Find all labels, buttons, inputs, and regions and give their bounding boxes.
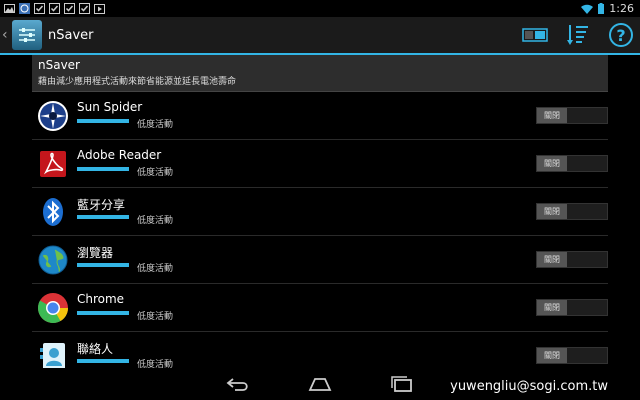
toggle-switch[interactable]: 關閉 [536, 299, 608, 316]
app-name: Sun Spider [77, 100, 143, 114]
activity-status: 低度活動 [137, 216, 174, 226]
action-bar: ‹ nSaver ? [0, 17, 640, 55]
up-caret-icon[interactable]: ‹ [2, 27, 10, 43]
header-subtitle: 藉由減少應用程式活動來節省能源並延長電池壽命 [38, 77, 237, 87]
clock: 1:26 [609, 2, 634, 15]
list-item[interactable]: Sun Spider 低度活動 關閉 [32, 92, 608, 140]
action-buttons: ? [522, 22, 640, 48]
battery-icon [598, 3, 605, 14]
toggle-label: 關閉 [537, 156, 567, 171]
activity-status: 低度活動 [137, 312, 174, 322]
list-item[interactable]: Adobe Reader 低度活動 關閉 [32, 140, 608, 188]
back-button[interactable] [218, 372, 258, 396]
app-list: Sun Spider 低度活動 關閉 Adobe Reader 低度活動 關閉 … [32, 92, 608, 380]
adobe-reader-icon [40, 151, 66, 177]
toggle-label: 關閉 [537, 348, 567, 363]
app-name: 藍牙分享 [77, 198, 126, 212]
toggle-label: 關閉 [537, 204, 567, 219]
app-name: 瀏覽器 [77, 246, 114, 260]
activity-status: 低度活動 [137, 168, 174, 178]
list-item[interactable]: 瀏覽器 低度活動 關閉 [32, 236, 608, 284]
toggle-switch[interactable]: 關閉 [536, 155, 608, 172]
help-icon[interactable]: ? [608, 22, 634, 48]
toggle-switch[interactable]: 關閉 [536, 251, 608, 268]
app-name: Chrome [77, 292, 125, 306]
image-icon [4, 4, 15, 13]
activity-bar [77, 311, 129, 315]
toggle-label: 關閉 [537, 252, 567, 267]
toggle-switch[interactable]: 關閉 [536, 347, 608, 364]
activity-status: 低度活動 [137, 264, 174, 274]
toggle-label: 關閉 [537, 300, 567, 315]
app-name: 聯絡人 [77, 342, 114, 356]
notification-icons [0, 3, 105, 14]
toggle-switch[interactable]: 關閉 [536, 203, 608, 220]
recents-icon [391, 376, 412, 392]
home-icon [308, 378, 332, 391]
activity-bar [77, 167, 129, 171]
app-name: Adobe Reader [77, 148, 162, 162]
app-title: nSaver [48, 27, 94, 43]
chrome-icon [37, 293, 68, 324]
description-header: nSaver 藉由減少應用程式活動來節省能源並延長電池壽命 [32, 55, 608, 92]
play-store-icon [94, 4, 105, 14]
activity-bar [77, 263, 129, 267]
download-done-icon [49, 3, 60, 14]
sun-spider-icon [38, 101, 68, 131]
toggle-view-icon[interactable] [522, 27, 548, 43]
list-item[interactable]: Chrome 低度活動 關閉 [32, 284, 608, 332]
activity-bar [77, 215, 129, 219]
sliders-icon [19, 28, 35, 42]
activity-bar [77, 119, 129, 123]
recents-button[interactable] [382, 372, 422, 396]
nsaver-app-icon[interactable] [12, 20, 42, 50]
toggle-switch[interactable]: 關閉 [536, 107, 608, 124]
sort-icon[interactable] [566, 23, 590, 47]
back-icon [226, 378, 248, 391]
circle-app-icon [19, 3, 30, 14]
bluetooth-icon [43, 198, 63, 226]
home-button[interactable] [300, 372, 340, 396]
download-done-icon [79, 3, 90, 14]
activity-bar [77, 359, 129, 363]
toggle-label: 關閉 [537, 108, 567, 123]
status-bar: 1:26 [0, 0, 640, 17]
system-status: 1:26 [581, 2, 640, 15]
list-item[interactable]: 藍牙分享 低度活動 關閉 [32, 188, 608, 236]
download-done-icon [34, 3, 45, 14]
browser-globe-icon [38, 245, 68, 275]
svg-text:?: ? [616, 26, 625, 45]
activity-status: 低度活動 [137, 120, 174, 130]
header-title: nSaver [38, 58, 80, 72]
download-done-icon [64, 3, 75, 14]
wifi-icon [581, 4, 594, 14]
watermark-text: yuwengliu@sogi.com.tw [450, 379, 608, 394]
